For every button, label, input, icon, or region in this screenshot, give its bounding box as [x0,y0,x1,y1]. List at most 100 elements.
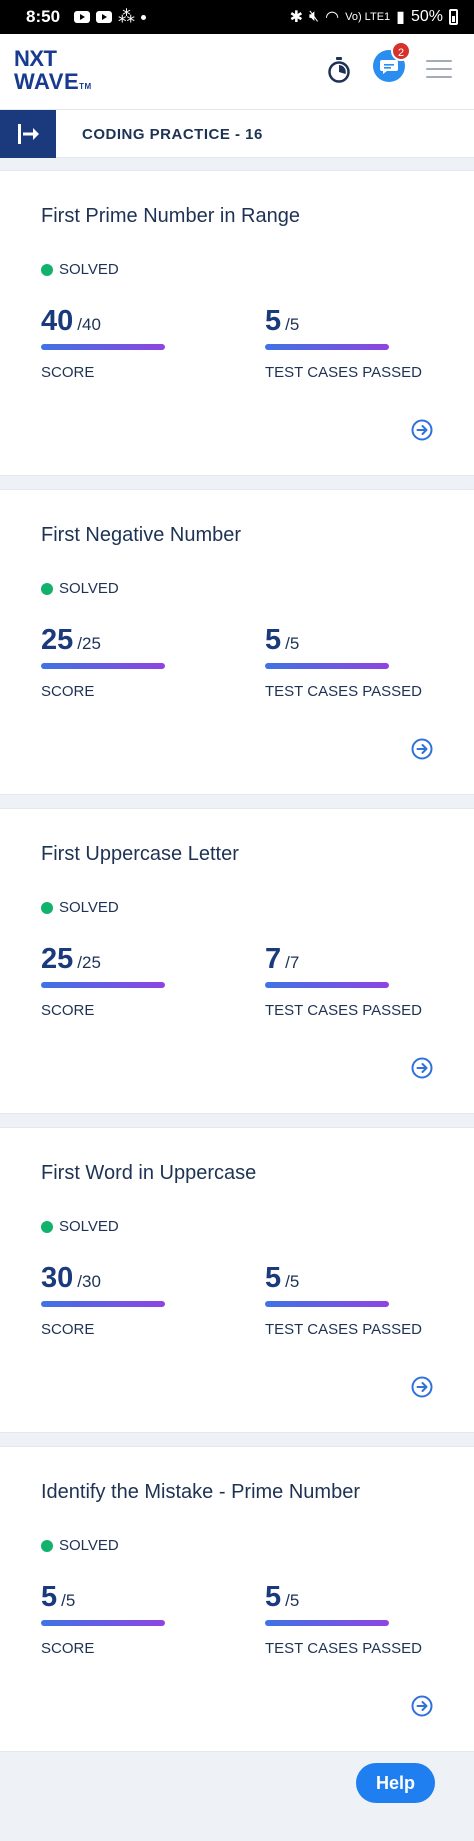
practice-title-bar: CODING PRACTICE - 16 [0,110,474,158]
status-badge: SOLVED [41,261,119,278]
bluetooth-icon: ✱ [289,9,304,26]
question-card[interactable]: Identify the Mistake - Prime Number SOLV… [0,1446,474,1752]
wifi-icon: ◠ [325,9,340,26]
question-card[interactable]: First Prime Number in Range SOLVED 40/40… [0,170,474,476]
score-metric: 40/40 SCORE [41,305,201,381]
tests-progress-bar [265,982,389,988]
score-label: SCORE [41,683,95,700]
score-metric: 25/25 SCORE [41,624,201,700]
score-label: SCORE [41,1640,95,1657]
tests-progress-bar [265,1620,389,1626]
question-title: First Negative Number [41,524,242,546]
tests-metric: 7/7 TEST CASES PASSED [265,943,425,1019]
question-title: First Word in Uppercase [41,1162,257,1184]
network-label: Vo) LTE1 [345,11,391,23]
score-total: /25 [77,953,101,972]
tests-label: TEST CASES PASSED [265,364,422,381]
tests-value: 7 [265,943,282,975]
question-title: First Prime Number in Range [41,205,300,227]
solved-dot-icon [41,1220,53,1233]
tests-label: TEST CASES PASSED [265,1640,422,1657]
status-bar: 8:50 ⁂ ✱ 🔇︎ ◠ Vo) LTE1 ▮ 50% [0,0,474,34]
tests-value: 5 [265,1262,282,1294]
score-progress-bar [41,1620,165,1626]
status-badge: SOLVED [41,1537,119,1554]
score-value: 5 [41,1581,58,1613]
tests-value: 5 [265,305,282,337]
status-time: 8:50 [26,7,61,26]
status-label: SOLVED [59,580,119,597]
tests-total: /5 [285,315,300,334]
solved-dot-icon [41,1539,53,1552]
stopwatch-icon[interactable] [327,56,351,84]
tests-label: TEST CASES PASSED [265,683,422,700]
nxtwave-logo[interactable]: NXT WAVETM [14,48,104,94]
score-progress-bar [41,1301,165,1307]
score-value: 30 [41,1262,74,1294]
notification-badge: 2 [391,41,411,61]
app-header: NXT WAVETM 2 [0,34,474,110]
tests-total: /5 [285,634,300,653]
question-title: First Uppercase Letter [41,843,239,865]
arrow-right-circle-icon[interactable] [411,419,433,441]
question-card[interactable]: First Word in Uppercase SOLVED 30/30 SCO… [0,1127,474,1433]
tests-label: TEST CASES PASSED [265,1321,422,1338]
mute-icon: 🔇︎ [309,8,320,25]
solved-dot-icon [41,901,53,914]
score-progress-bar [41,663,165,669]
question-card[interactable]: First Uppercase Letter SOLVED 25/25 SCOR… [0,808,474,1114]
score-total: /25 [77,634,101,653]
score-label: SCORE [41,1321,95,1338]
score-metric: 30/30 SCORE [41,1262,201,1338]
score-label: SCORE [41,364,95,381]
solved-dot-icon [41,582,53,595]
battery-percent: 50% [410,8,443,25]
notification-dot-icon [141,14,147,20]
tests-label: TEST CASES PASSED [265,1002,422,1019]
score-progress-bar [41,344,165,350]
score-total: /40 [77,315,101,334]
tests-progress-bar [265,663,389,669]
tests-total: /7 [285,953,300,972]
status-label: SOLVED [59,899,119,916]
expand-arrow-icon [18,124,39,144]
score-value: 25 [41,624,74,656]
arrow-right-circle-icon[interactable] [411,1376,433,1398]
arrow-right-circle-icon[interactable] [411,1695,433,1717]
tests-metric: 5/5 TEST CASES PASSED [265,1581,425,1657]
question-title: Identify the Mistake - Prime Number [41,1481,360,1503]
score-label: SCORE [41,1002,95,1019]
arrow-right-circle-icon[interactable] [411,738,433,760]
question-list: First Prime Number in Range SOLVED 40/40… [0,170,474,1765]
tests-value: 5 [265,1581,282,1613]
question-card[interactable]: First Negative Number SOLVED 25/25 SCORE… [0,489,474,795]
hamburger-menu-icon[interactable] [426,60,452,80]
help-button[interactable]: Help [356,1763,435,1803]
status-badge: SOLVED [41,580,119,597]
battery-icon [449,9,458,25]
tests-metric: 5/5 TEST CASES PASSED [265,1262,425,1338]
signal-icon: ▮ [396,9,405,26]
share-icon: ⁂ [118,7,136,26]
tests-metric: 5/5 TEST CASES PASSED [265,305,425,381]
status-badge: SOLVED [41,899,119,916]
solved-dot-icon [41,263,53,276]
status-label: SOLVED [59,1218,119,1235]
tests-total: /5 [285,1272,300,1291]
status-label: SOLVED [59,1537,119,1554]
score-metric: 25/25 SCORE [41,943,201,1019]
arrow-right-circle-icon[interactable] [411,1057,433,1079]
score-progress-bar [41,982,165,988]
tests-metric: 5/5 TEST CASES PASSED [265,624,425,700]
score-metric: 5/5 SCORE [41,1581,201,1657]
status-badge: SOLVED [41,1218,119,1235]
score-total: /5 [61,1591,76,1610]
score-value: 40 [41,305,74,337]
sidebar-toggle-button[interactable] [0,110,56,158]
score-value: 25 [41,943,74,975]
youtube-icon [74,11,91,23]
status-label: SOLVED [59,261,119,278]
tests-progress-bar [265,1301,389,1307]
tests-value: 5 [265,624,282,656]
youtube-icon [96,11,113,23]
